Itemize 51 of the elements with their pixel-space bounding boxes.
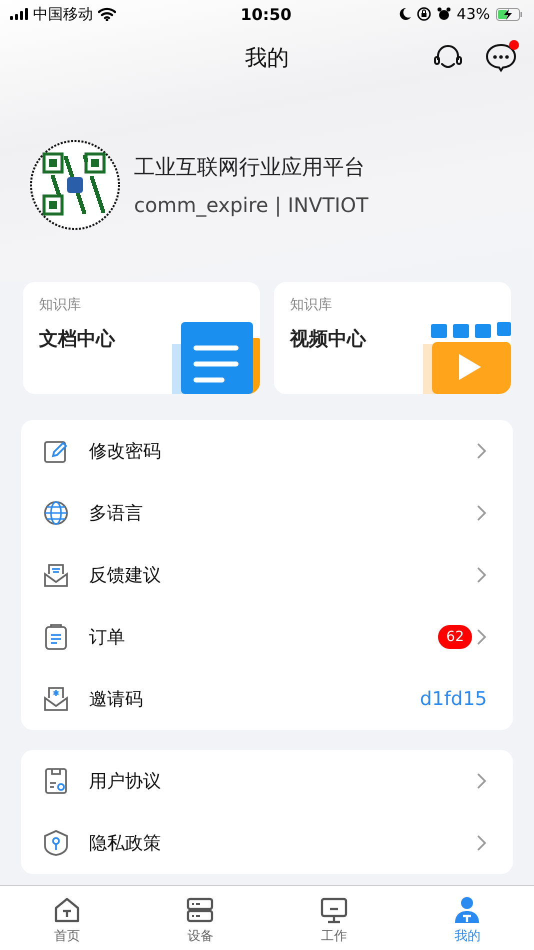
menu-item[interactable]: 用户协议 (21, 750, 513, 812)
monitor-icon (320, 896, 348, 924)
messages-button[interactable] (486, 43, 516, 73)
card-title: 视频中心 (290, 327, 368, 352)
chevron-right-icon (476, 835, 487, 851)
shield-icon (43, 830, 69, 856)
invite-code: d1fd15 (420, 688, 487, 710)
platform-name: 工业互联网行业应用平台 (134, 154, 366, 181)
clipboard-icon (43, 624, 69, 650)
count-badge: 62 (438, 625, 472, 649)
chevron-right-icon (476, 567, 487, 583)
menu-item[interactable]: 邀请码 d1fd15 (21, 668, 513, 730)
carrier-name: 中国移动 (33, 4, 93, 24)
chevron-right-icon (476, 773, 487, 789)
chevron-right-icon (476, 629, 487, 645)
tab-item[interactable]: 首页 (0, 886, 134, 950)
qr-code-icon (30, 140, 120, 230)
card-category: 知识库 (290, 296, 333, 314)
signal-icon (10, 8, 28, 20)
tab-item[interactable]: 工作 (267, 886, 400, 950)
pencil-icon (43, 438, 69, 464)
envelope-icon (43, 686, 69, 712)
chevron-right-icon (476, 443, 487, 459)
menu-item[interactable]: 隐私政策 (21, 812, 513, 874)
knowledge-card[interactable]: 知识库 文档中心 (23, 282, 260, 394)
user-icon (453, 896, 482, 924)
knowledge-card[interactable]: 知识库 视频中心 (274, 282, 511, 394)
video-icon (423, 322, 511, 394)
envelope-icon (43, 562, 69, 588)
clock-time: 10:50 (240, 4, 292, 24)
battery-percent: 43% (456, 5, 490, 23)
menu-item[interactable]: 多语言 (21, 482, 513, 544)
chat-icon (486, 43, 516, 73)
tab-item[interactable]: 设备 (134, 886, 267, 950)
page-title: 我的 (245, 46, 289, 71)
globe-icon (43, 500, 69, 526)
battery-icon (496, 8, 522, 20)
rotation-lock-icon (416, 7, 431, 21)
card-title: 文档中心 (39, 327, 116, 352)
wifi-icon (98, 7, 116, 21)
home-icon (52, 896, 81, 924)
server-icon (186, 896, 214, 924)
account-name: comm_expire | INVTIOT (134, 193, 368, 217)
tab-item[interactable]: 我的 (400, 886, 534, 950)
card-category: 知识库 (39, 296, 82, 314)
menu-item[interactable]: 反馈建议 (21, 544, 513, 606)
document-icon (43, 768, 69, 794)
document-icon (172, 322, 260, 394)
menu-item[interactable]: 订单 62 (21, 606, 513, 668)
chevron-right-icon (476, 505, 487, 521)
menu-item[interactable]: 修改密码 (21, 420, 513, 482)
